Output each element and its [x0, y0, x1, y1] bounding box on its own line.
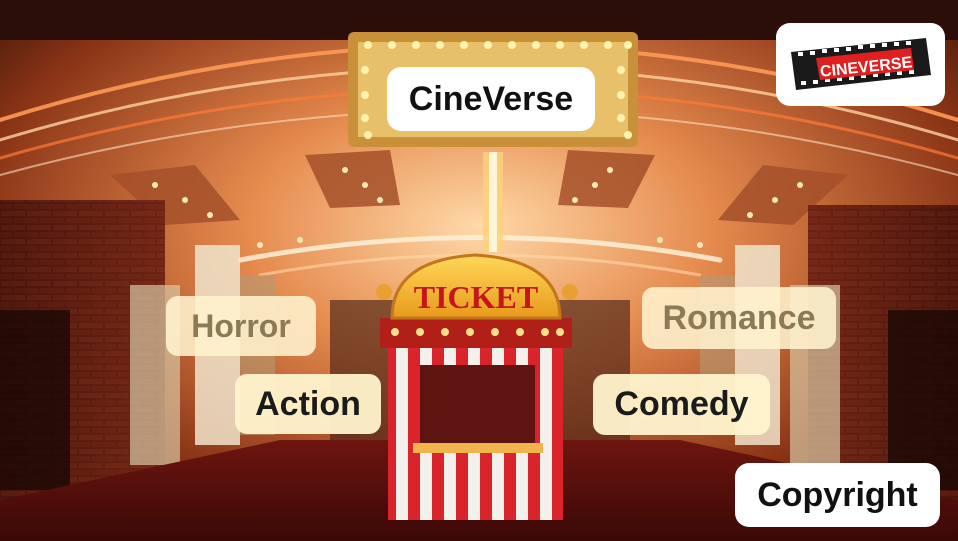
- ticket-booth: TICKET: [376, 253, 578, 520]
- copyright-button[interactable]: Copyright: [735, 463, 940, 527]
- genre-action-button[interactable]: Action: [235, 374, 381, 434]
- film-strip-logo-icon: CINEVERSE: [790, 37, 931, 90]
- cineverse-logo[interactable]: CINEVERSE: [776, 23, 945, 106]
- genre-romance-button[interactable]: Romance: [642, 287, 836, 349]
- genre-comedy-button[interactable]: Comedy: [593, 374, 770, 435]
- page-title: CineVerse: [387, 67, 595, 131]
- genre-horror-button[interactable]: Horror: [166, 296, 316, 356]
- ticket-sign-text: TICKET: [414, 279, 538, 315]
